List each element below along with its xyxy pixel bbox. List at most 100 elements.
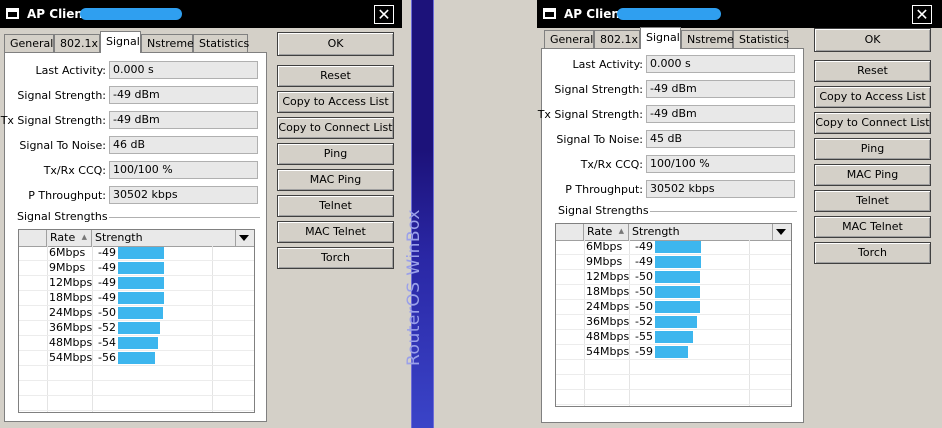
tab-8021x[interactable]: 802.1x — [594, 30, 640, 48]
ping-button[interactable]: Ping — [814, 138, 931, 160]
mac-ping-button[interactable]: MAC Ping — [814, 164, 931, 186]
table-row[interactable]: 54Mbps -56 — [19, 351, 254, 366]
ping-button[interactable]: Ping — [277, 143, 394, 165]
signal-to-noise-label: Signal To Noise: — [556, 133, 643, 146]
signal-strength-bar — [118, 247, 164, 259]
reset-button[interactable]: Reset — [814, 60, 931, 82]
empty-row — [19, 381, 254, 396]
tab-8021x[interactable]: 802.1x — [54, 34, 100, 52]
sort-arrow-icon: ▲ — [81, 233, 87, 241]
table-row[interactable]: 18Mbps -50 — [556, 285, 791, 300]
column-header-strength[interactable]: Strength — [92, 230, 236, 246]
table-row[interactable]: 36Mbps -52 — [19, 321, 254, 336]
table-row[interactable]: 9Mbps -49 — [19, 261, 254, 276]
tab-general[interactable]: General — [4, 34, 54, 52]
strength-cell: -49 — [635, 255, 653, 268]
table-row[interactable]: 12Mbps -49 — [19, 276, 254, 291]
signal-strengths-table[interactable]: Rate ▲ Strength 6Mbps -49 9Mbps -49 12Mbps -5… — [555, 223, 792, 407]
telnet-button[interactable]: Telnet — [277, 195, 394, 217]
strength-cell: -55 — [635, 330, 653, 343]
table-row[interactable]: 24Mbps -50 — [19, 306, 254, 321]
table-row[interactable]: 6Mbps -49 — [19, 246, 254, 261]
group-divider — [650, 211, 797, 212]
window-icon — [6, 8, 19, 19]
title-bar[interactable]: AP Client ✕ — [0, 0, 402, 28]
signal-strength-bar — [118, 262, 164, 274]
table-row[interactable]: 54Mbps -59 — [556, 345, 791, 360]
signal-strength-bar — [655, 331, 693, 343]
rate-cell: 9Mbps — [49, 261, 86, 274]
signal-strength-bar — [118, 277, 164, 289]
tab-statistics[interactable]: Statistics — [733, 30, 789, 48]
column-header-rate[interactable]: Rate ▲ — [584, 224, 629, 240]
tab-nstreme[interactable]: Nstreme — [681, 30, 734, 48]
copy-to-access-list-button[interactable]: Copy to Access List — [814, 86, 931, 108]
torch-button[interactable]: Torch — [277, 247, 394, 269]
empty-row — [19, 366, 254, 381]
header-blank — [556, 224, 584, 240]
tab-signal[interactable]: Signal — [100, 31, 141, 53]
tab-statistics[interactable]: Statistics — [193, 34, 249, 52]
signal-strengths-table[interactable]: Rate ▲ Strength 6Mbps -49 9Mbps -49 12Mbps -4… — [18, 229, 255, 413]
column-header-strength[interactable]: Strength — [629, 224, 773, 240]
strength-cell: -50 — [635, 270, 653, 283]
ccq-label: Tx/Rx CCQ: — [43, 164, 106, 177]
signal-to-noise-value: 45 dB — [646, 130, 795, 148]
copy-to-access-list-button[interactable]: Copy to Access List — [277, 91, 394, 113]
dropdown-arrow-icon — [776, 229, 786, 235]
mac-ping-button[interactable]: MAC Ping — [277, 169, 394, 191]
redacted-name — [617, 8, 721, 20]
table-row[interactable]: 48Mbps -54 — [19, 336, 254, 351]
strength-cell: -59 — [635, 345, 653, 358]
throughput-value: 30502 kbps — [646, 180, 795, 198]
ok-button[interactable]: OK — [277, 32, 394, 56]
redacted-name — [80, 8, 182, 20]
signal-strength-label: Signal Strength: — [554, 83, 643, 96]
close-icon[interactable]: ✕ — [374, 5, 394, 24]
table-row[interactable]: 9Mbps -49 — [556, 255, 791, 270]
window-icon — [543, 8, 556, 19]
copy-to-connect-list-button[interactable]: Copy to Connect List — [277, 117, 394, 139]
rate-cell: 12Mbps — [49, 276, 93, 289]
table-row[interactable]: 12Mbps -50 — [556, 270, 791, 285]
table-row[interactable]: 48Mbps -55 — [556, 330, 791, 345]
rate-cell: 54Mbps — [49, 351, 93, 364]
signal-strength-bar — [655, 286, 700, 298]
signal-strength-bar — [118, 337, 158, 349]
torch-button[interactable]: Torch — [814, 242, 931, 264]
column-header-rate[interactable]: Rate ▲ — [47, 230, 92, 246]
ap-client-window-left: AP Client ✕ General 802.1x Signal Nstrem… — [0, 0, 402, 428]
table-row[interactable]: 36Mbps -52 — [556, 315, 791, 330]
column-chooser[interactable] — [236, 230, 254, 246]
copy-to-connect-list-button[interactable]: Copy to Connect List — [814, 112, 931, 134]
strength-cell: -49 — [635, 240, 653, 253]
strength-cell: -50 — [635, 300, 653, 313]
rate-cell: 6Mbps — [49, 246, 86, 259]
tab-general[interactable]: General — [544, 30, 594, 48]
mac-telnet-button[interactable]: MAC Telnet — [277, 221, 394, 243]
empty-row — [556, 360, 791, 375]
tab-signal[interactable]: Signal — [640, 27, 681, 49]
tx-signal-strength-value: -49 dBm — [109, 111, 258, 129]
empty-row — [556, 390, 791, 405]
column-chooser[interactable] — [773, 224, 791, 240]
table-row[interactable]: 24Mbps -50 — [556, 300, 791, 315]
rate-cell: 36Mbps — [49, 321, 93, 334]
dropdown-arrow-icon — [239, 235, 249, 241]
mac-telnet-button[interactable]: MAC Telnet — [814, 216, 931, 238]
telnet-button[interactable]: Telnet — [814, 190, 931, 212]
signal-to-noise-value: 46 dB — [109, 136, 258, 154]
table-row[interactable]: 6Mbps -49 — [556, 240, 791, 255]
signal-strength-label: Signal Strength: — [17, 89, 106, 102]
reset-button[interactable]: Reset — [277, 65, 394, 87]
table-row[interactable]: 18Mbps -49 — [19, 291, 254, 306]
rate-cell: 24Mbps — [586, 300, 630, 313]
ok-button[interactable]: OK — [814, 28, 931, 52]
strength-cell: -52 — [98, 321, 116, 334]
group-divider — [109, 217, 260, 218]
tab-nstreme[interactable]: Nstreme — [141, 34, 194, 52]
close-icon[interactable]: ✕ — [912, 5, 932, 24]
signal-strength-bar — [118, 292, 164, 304]
rate-cell: 54Mbps — [586, 345, 630, 358]
title-bar[interactable]: AP Client ✕ — [537, 0, 942, 28]
